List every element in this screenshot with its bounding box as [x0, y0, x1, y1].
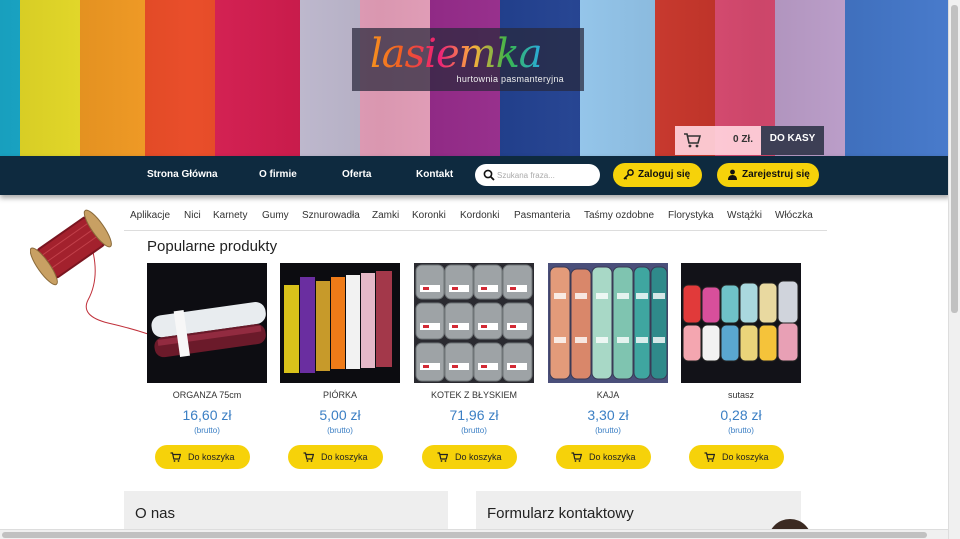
price-gross-label: (brutto) [728, 426, 754, 435]
price-gross-label: (brutto) [194, 426, 220, 435]
add-to-cart-label: Do koszyka [321, 452, 368, 462]
add-to-cart-label: Do koszyka [722, 452, 769, 462]
main-nav: Strona Główna O firmie Oferta Kontakt Za… [0, 156, 950, 195]
product-card: KAJA 3,30 zł (brutto) Do koszyka [548, 263, 668, 473]
search-box [475, 164, 600, 186]
cart-icon [170, 452, 181, 462]
product-name[interactable]: PIÓRKA [270, 390, 410, 400]
category-item[interactable]: Taśmy ozdobne [584, 210, 654, 221]
product-image[interactable] [548, 263, 668, 383]
category-item[interactable]: Gumy [262, 210, 289, 221]
add-to-cart-label: Do koszyka [455, 452, 502, 462]
add-to-cart-button[interactable]: Do koszyka [689, 445, 784, 469]
about-title: O nas [135, 505, 176, 522]
category-item[interactable]: Sznurowadła [302, 210, 360, 221]
category-item[interactable]: Aplikacje [130, 210, 170, 221]
category-item[interactable]: Karnety [213, 210, 247, 221]
product-image[interactable] [681, 263, 801, 383]
login-button[interactable]: Zaloguj się [613, 163, 702, 187]
product-price: 3,30 zł [587, 407, 629, 423]
add-to-cart-button[interactable]: Do koszyka [556, 445, 651, 469]
category-item[interactable]: Kordonki [460, 210, 499, 221]
product-image[interactable] [280, 263, 400, 383]
cart-total: 0 Zł. [732, 134, 753, 145]
category-item[interactable]: Koronki [412, 210, 446, 221]
contact-form-title: Formularz kontaktowy [487, 505, 634, 522]
category-item[interactable]: Wstążki [727, 210, 762, 221]
product-image[interactable] [414, 263, 534, 383]
popular-products-title: Popularne produkty [147, 238, 278, 255]
checkout-button[interactable]: DO KASY [761, 126, 824, 155]
category-menu: Aplikacje Nici Karnety Gumy Sznurowadła … [124, 202, 827, 231]
product-price: 16,60 zł [182, 407, 232, 423]
product-card: KOTEK Z BŁYSKIEM 71,96 zł (brutto) Do ko… [414, 263, 534, 473]
login-label: Zaloguj się [638, 169, 691, 180]
product-image[interactable] [147, 263, 267, 383]
product-card: sutasz 0,28 zł (brutto) Do koszyka [681, 263, 801, 473]
category-item[interactable]: Włóczka [775, 210, 813, 221]
user-icon [728, 169, 737, 180]
category-item[interactable]: Zamki [372, 210, 399, 221]
page: lasiemka hurtownia pasmanteryjna 0 Zł. D… [0, 0, 960, 539]
category-item[interactable]: Pasmanteria [514, 210, 570, 221]
nav-item-offer[interactable]: Oferta [342, 169, 371, 180]
add-to-cart-button[interactable]: Do koszyka [155, 445, 250, 469]
site-logo[interactable]: lasiemka hurtownia pasmanteryjna [352, 28, 584, 91]
register-label: Zarejestruj się [742, 169, 810, 180]
product-card: ORGANZA 75cm 16,60 zł (brutto) Do koszyk… [147, 263, 267, 473]
register-button[interactable]: Zarejestruj się [717, 163, 819, 187]
search-input[interactable] [497, 168, 593, 182]
add-to-cart-label: Do koszyka [589, 452, 636, 462]
vertical-scrollbar[interactable] [948, 0, 960, 539]
nav-item-home[interactable]: Strona Główna [147, 169, 218, 180]
category-item[interactable]: Florystyka [668, 210, 714, 221]
product-name[interactable]: KOTEK Z BŁYSKIEM [404, 390, 544, 400]
nav-item-contact[interactable]: Kontakt [416, 169, 453, 180]
product-price: 0,28 zł [720, 407, 762, 423]
search-icon[interactable] [483, 169, 495, 181]
product-name[interactable]: KAJA [538, 390, 678, 400]
product-card: PIÓRKA 5,00 zł (brutto) Do koszyka [280, 263, 400, 473]
product-name[interactable]: sutasz [671, 390, 811, 400]
scrollbar-thumb[interactable] [2, 532, 927, 538]
key-icon [623, 169, 634, 180]
cart-icon [303, 452, 314, 462]
price-gross-label: (brutto) [327, 426, 353, 435]
header-banner: lasiemka hurtownia pasmanteryjna 0 Zł. D… [0, 0, 950, 156]
category-item[interactable]: Nici [184, 210, 201, 221]
price-gross-label: (brutto) [461, 426, 487, 435]
mini-cart[interactable]: 0 Zł. [675, 126, 761, 155]
add-to-cart-button[interactable]: Do koszyka [288, 445, 383, 469]
add-to-cart-button[interactable]: Do koszyka [422, 445, 517, 469]
add-to-cart-label: Do koszyka [188, 452, 235, 462]
price-gross-label: (brutto) [595, 426, 621, 435]
cart-icon [571, 452, 582, 462]
product-price: 5,00 zł [319, 407, 361, 423]
logo-text: lasiemka [370, 31, 543, 77]
product-name[interactable]: ORGANZA 75cm [137, 390, 277, 400]
horizontal-scrollbar[interactable] [0, 529, 948, 539]
cart-icon [704, 452, 715, 462]
cart-icon [437, 452, 448, 462]
cart-icon [684, 133, 701, 148]
product-price: 71,96 zł [449, 407, 499, 423]
scrollbar-thumb[interactable] [951, 5, 958, 313]
nav-item-about[interactable]: O firmie [259, 169, 297, 180]
logo-subtitle: hurtownia pasmanteryjna [456, 74, 564, 84]
